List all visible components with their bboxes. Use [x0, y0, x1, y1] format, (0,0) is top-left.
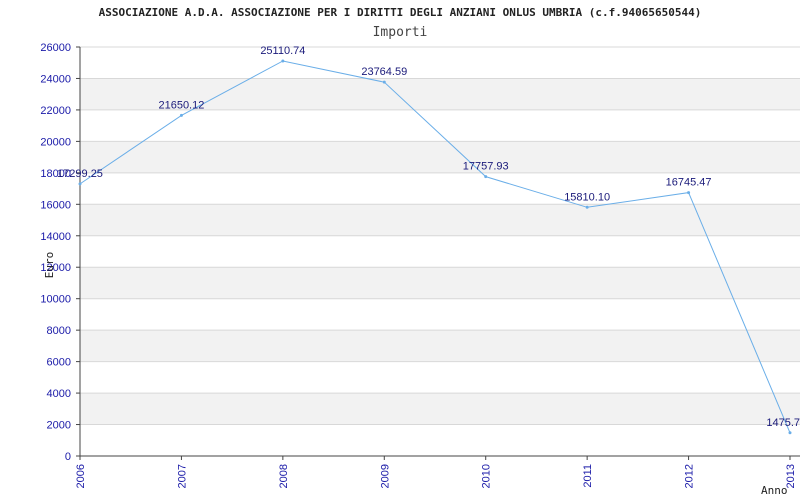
data-point	[484, 175, 488, 179]
y-tick-label: 2000	[47, 420, 71, 432]
grid-band	[80, 330, 800, 362]
y-tick-label: 20000	[40, 136, 71, 148]
y-tick-label: 26000	[40, 42, 71, 54]
grid-band	[80, 267, 800, 299]
grid-band	[80, 141, 800, 173]
data-point	[281, 59, 285, 63]
y-tick-label: 22000	[40, 105, 71, 117]
data-point	[687, 191, 691, 195]
y-tick-label: 16000	[40, 199, 71, 211]
y-tick-label: 14000	[40, 231, 71, 243]
y-tick-label: 4000	[47, 388, 71, 400]
data-label: 1475.7	[766, 417, 800, 429]
y-tick-label: 6000	[47, 357, 71, 369]
y-axis-label: Euro	[43, 252, 56, 279]
data-point	[78, 182, 82, 186]
x-axis-label: Anno	[761, 484, 788, 497]
y-tick-label: 24000	[40, 73, 71, 85]
y-tick-label: 0	[65, 451, 71, 463]
data-label: 15810.10	[564, 191, 610, 203]
x-tick-label: 2008	[278, 464, 290, 488]
x-tick-label: 2010	[481, 464, 493, 488]
line-chart: 0200040006000800010000120001400016000180…	[40, 42, 800, 497]
x-tick-label: 2007	[176, 464, 188, 488]
data-label: 17299.25	[57, 168, 103, 180]
data-point	[788, 431, 792, 435]
x-tick-label: 2006	[75, 464, 87, 488]
grid-band	[80, 204, 800, 236]
data-label: 23764.59	[361, 66, 407, 78]
data-label: 17757.93	[463, 161, 509, 173]
y-tick-label: 8000	[47, 325, 71, 337]
y-tick-label: 10000	[40, 294, 71, 306]
data-label: 21650.12	[158, 99, 204, 111]
x-tick-label: 2012	[684, 464, 696, 488]
data-point	[382, 80, 386, 84]
x-tick-label: 2009	[379, 464, 391, 488]
x-tick-label: 2011	[582, 464, 594, 488]
data-label: 25110.74	[260, 45, 305, 57]
series-line	[79, 60, 791, 433]
data-label: 16745.47	[666, 177, 712, 189]
data-point	[585, 205, 589, 209]
data-point	[179, 113, 183, 117]
grid-band	[80, 393, 800, 425]
